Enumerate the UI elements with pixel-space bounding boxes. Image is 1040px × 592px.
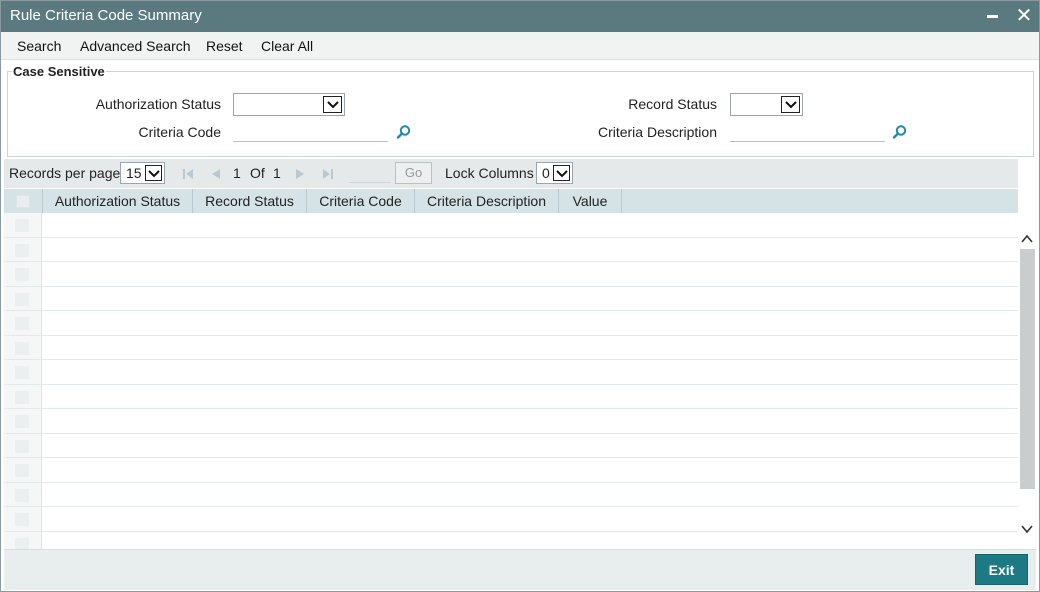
table-row[interactable] (4, 360, 1018, 385)
minimize-icon (986, 14, 998, 18)
pagination-bar: Records per page 15 1 Of 1 Go Lock Colum… (4, 159, 1018, 188)
row-checkbox[interactable] (15, 268, 29, 281)
row-checkbox[interactable] (15, 219, 29, 232)
lock-columns-value: 0 (542, 165, 550, 181)
go-button[interactable]: Go (395, 162, 432, 184)
column-header-criteria-code[interactable]: Criteria Code (306, 189, 414, 213)
record-status-label: Record Status (628, 96, 717, 112)
authorization-status-label: Authorization Status (95, 96, 221, 112)
chevron-down-icon (145, 165, 162, 181)
table-row[interactable] (4, 434, 1018, 458)
search-criteria-panel (7, 71, 1034, 157)
table-row[interactable] (4, 238, 1018, 262)
table-row[interactable] (4, 213, 1018, 238)
row-checkbox[interactable] (15, 464, 29, 477)
column-header-criteria-description[interactable]: Criteria Description (414, 189, 558, 213)
table-row[interactable] (4, 507, 1018, 532)
vertical-scrollbar[interactable] (1018, 213, 1036, 549)
search-button[interactable]: Search (17, 38, 61, 54)
grid-body (4, 213, 1018, 549)
previous-page-icon[interactable] (209, 167, 223, 181)
total-pages: 1 (273, 165, 281, 181)
table-row[interactable] (4, 532, 1018, 549)
criteria-code-input[interactable] (233, 120, 388, 142)
table-row[interactable] (4, 458, 1018, 483)
exit-button[interactable]: Exit (975, 554, 1028, 585)
case-sensitive-legend: Case Sensitive (12, 64, 106, 79)
lock-columns-label: Lock Columns (445, 165, 534, 181)
scrollbar-thumb[interactable] (1020, 249, 1035, 489)
minimize-button[interactable] (981, 4, 1003, 28)
grid-header: Authorization Status Record Status Crite… (4, 189, 1018, 213)
next-page-icon[interactable] (293, 167, 307, 181)
records-per-page-value: 15 (126, 165, 142, 181)
first-page-icon[interactable] (181, 167, 195, 181)
row-checkbox[interactable] (15, 317, 29, 330)
page-number-input[interactable] (349, 163, 391, 183)
record-status-select[interactable] (730, 93, 803, 116)
chevron-down-icon (323, 96, 342, 113)
chevron-down-icon (781, 96, 800, 113)
row-checkbox[interactable] (15, 341, 29, 355)
toolbar: Search Advanced Search Reset Clear All (1, 32, 1039, 60)
criteria-description-label: Criteria Description (597, 124, 717, 140)
records-per-page-select[interactable]: 15 (120, 162, 165, 184)
last-page-icon[interactable] (321, 167, 335, 181)
criteria-code-label: Criteria Code (138, 124, 221, 140)
table-row[interactable] (4, 483, 1018, 507)
row-checkbox[interactable] (15, 513, 29, 526)
row-checkbox[interactable] (15, 537, 29, 549)
criteria-description-input[interactable] (730, 120, 885, 142)
table-row[interactable] (4, 385, 1018, 409)
scroll-down-icon[interactable] (1021, 521, 1033, 534)
window-title: Rule Criteria Code Summary (10, 7, 202, 24)
select-all-checkbox[interactable] (16, 195, 30, 208)
row-checkbox[interactable] (15, 488, 29, 502)
row-checkbox[interactable] (15, 439, 29, 453)
table-row[interactable] (4, 287, 1018, 311)
table-row[interactable] (4, 311, 1018, 336)
footer-bar (4, 549, 1036, 590)
search-icon[interactable] (892, 124, 908, 140)
table-row[interactable] (4, 262, 1018, 287)
lock-columns-select[interactable]: 0 (536, 162, 573, 184)
row-checkbox[interactable] (15, 390, 29, 404)
records-per-page-label: Records per page (9, 165, 121, 181)
title-bar: Rule Criteria Code Summary ✕ (1, 1, 1039, 32)
advanced-search-button[interactable]: Advanced Search (80, 38, 191, 54)
row-checkbox[interactable] (15, 415, 29, 428)
close-icon: ✕ (1015, 5, 1033, 27)
clear-all-button[interactable]: Clear All (261, 38, 313, 54)
row-checkbox[interactable] (15, 366, 29, 379)
reset-button[interactable]: Reset (206, 38, 243, 54)
column-header-value[interactable]: Value (558, 189, 622, 213)
current-page: 1 (233, 165, 241, 181)
table-row[interactable] (4, 409, 1018, 434)
column-header-authorization-status[interactable]: Authorization Status (42, 189, 192, 213)
chevron-down-icon (553, 165, 570, 181)
search-icon[interactable] (396, 124, 412, 140)
close-button[interactable]: ✕ (1013, 4, 1035, 28)
scroll-up-icon[interactable] (1021, 231, 1033, 243)
authorization-status-select[interactable] (233, 93, 345, 116)
row-checkbox[interactable] (15, 292, 29, 306)
table-row[interactable] (4, 336, 1018, 360)
of-label: Of (250, 165, 265, 181)
row-checkbox[interactable] (15, 243, 29, 257)
rule-criteria-code-summary-window: Rule Criteria Code Summary ✕ Search Adva… (0, 0, 1040, 592)
column-header-record-status[interactable]: Record Status (192, 189, 306, 213)
